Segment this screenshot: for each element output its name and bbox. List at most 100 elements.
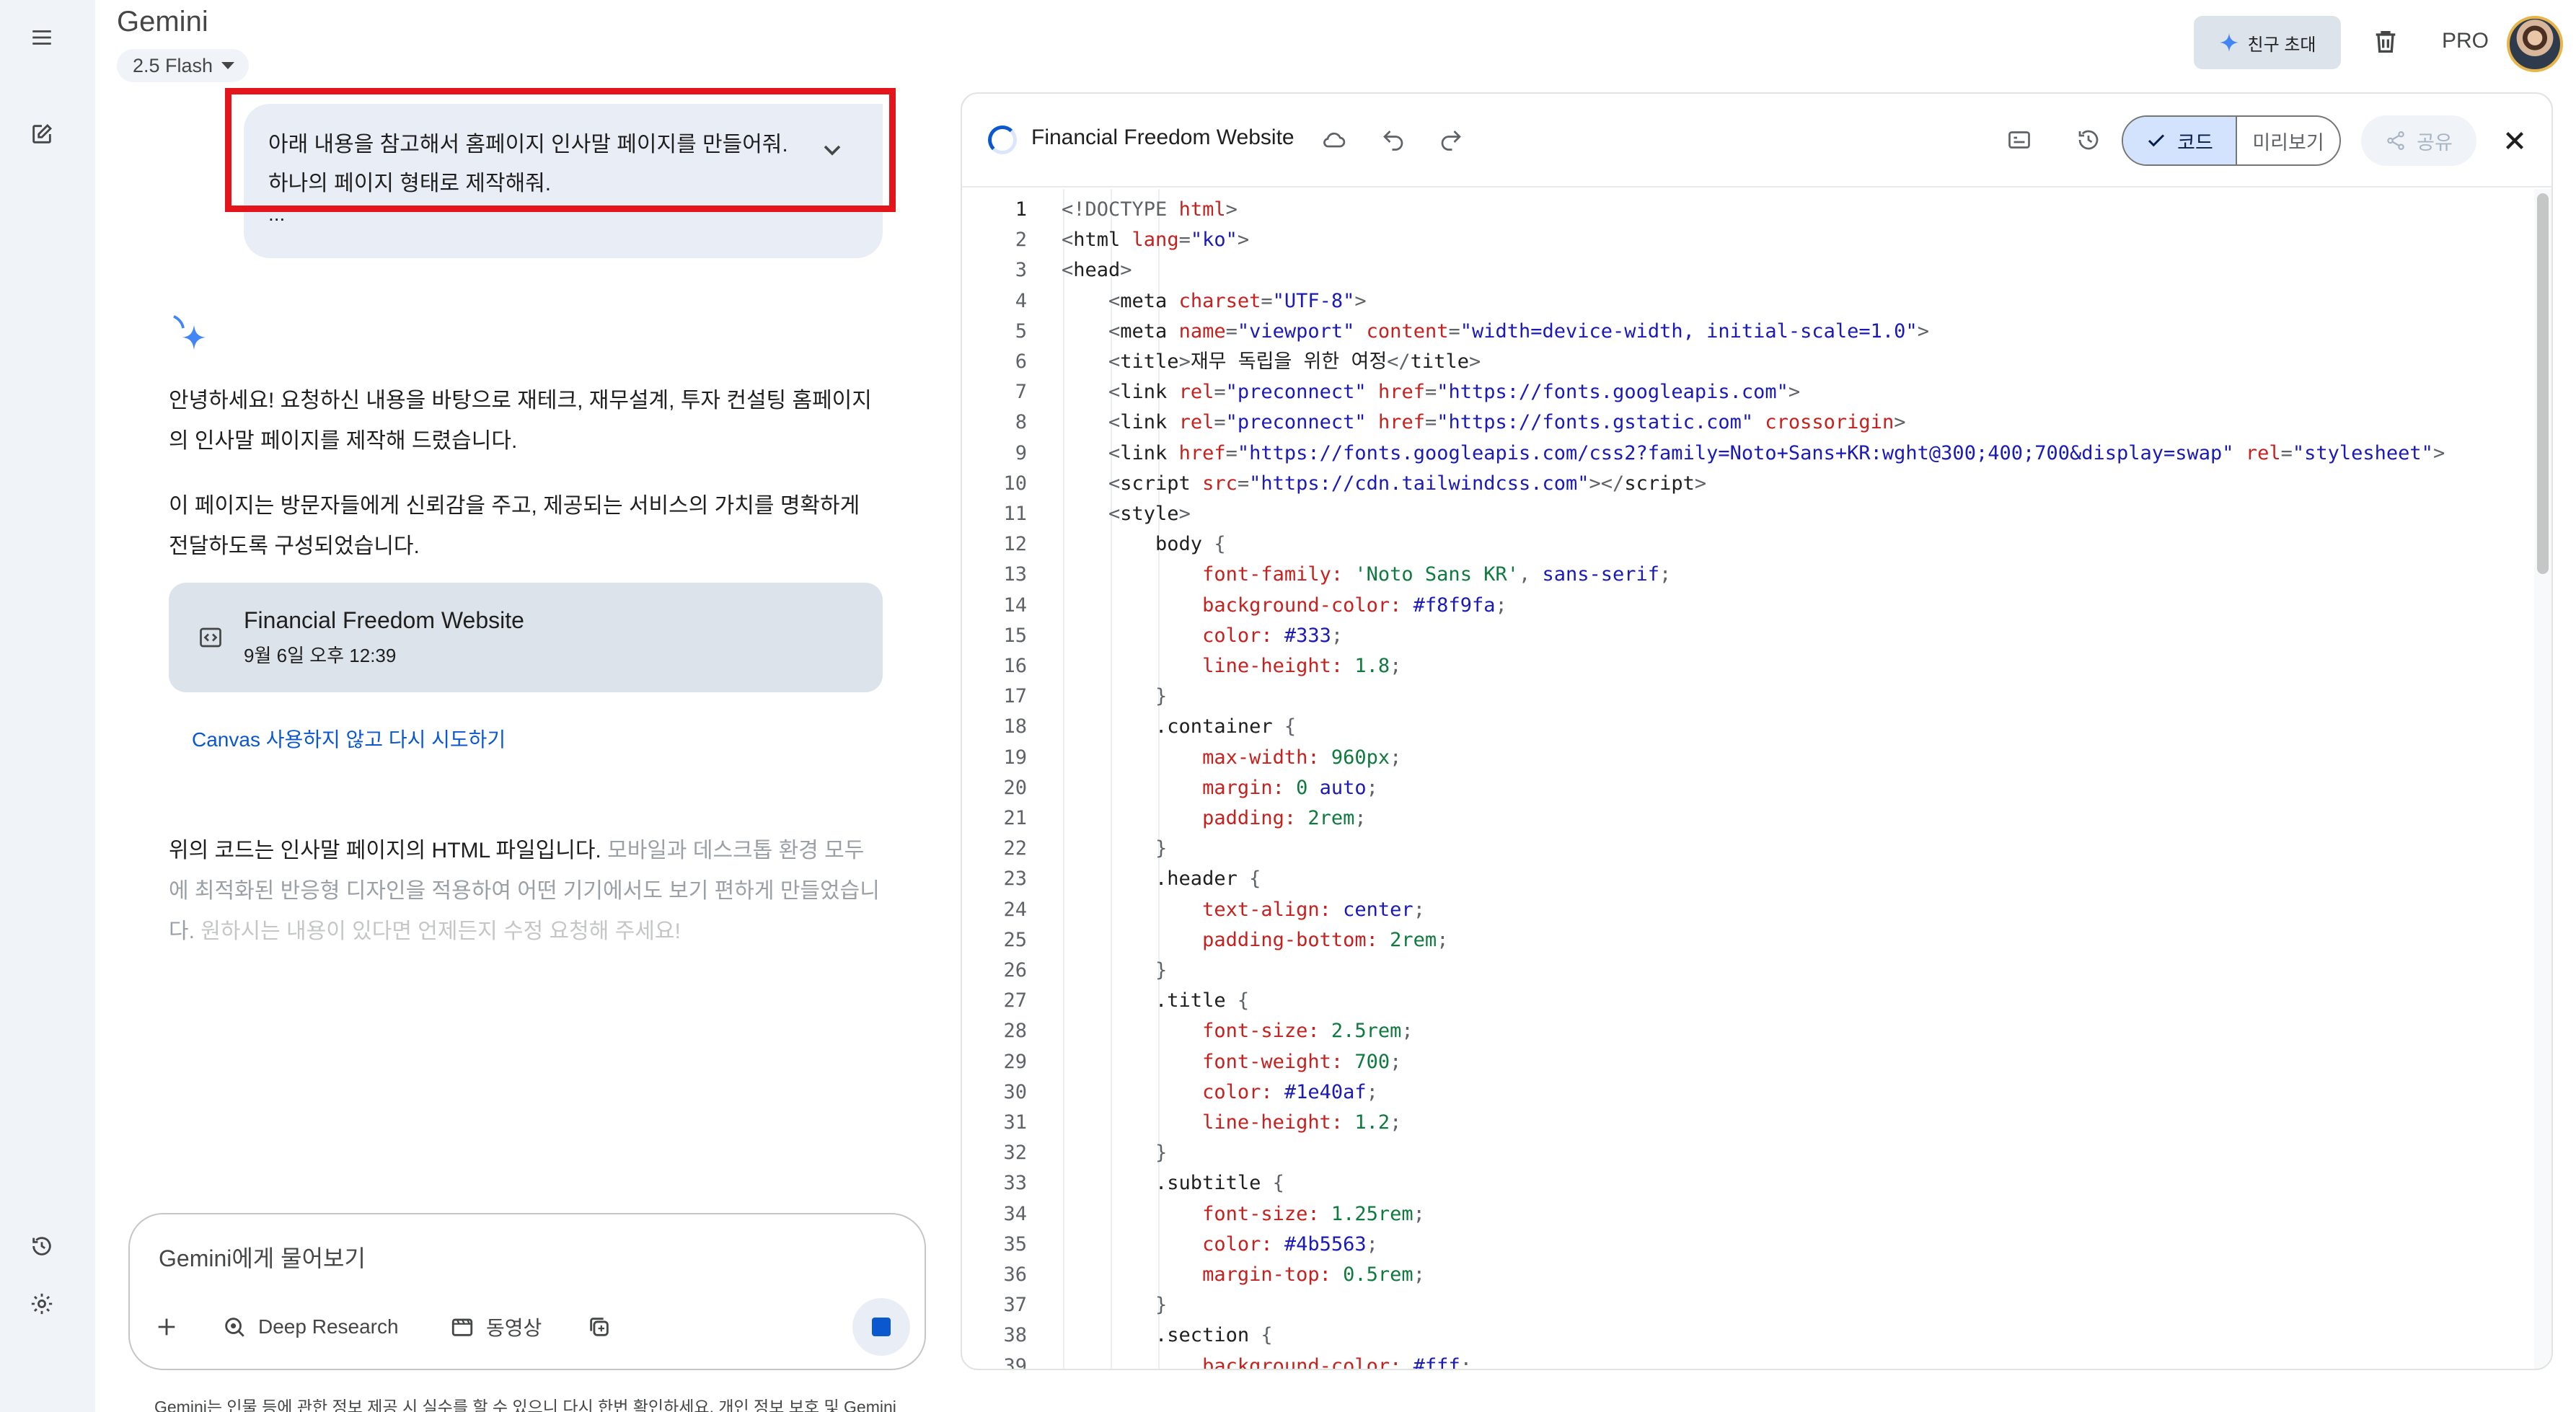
code-token: body — [1062, 533, 1214, 556]
code-token: "preconnect" — [1225, 381, 1378, 404]
code-token: > — [2432, 441, 2445, 464]
line-number: 30 — [1003, 1080, 1027, 1103]
line-number: 18 — [1003, 715, 1027, 738]
tab-code[interactable]: 코드 — [2123, 117, 2237, 164]
new-chat-button[interactable] — [22, 114, 62, 154]
code-text: background-color: #f8f9fa; — [1062, 591, 1507, 621]
code-token: { — [1237, 989, 1250, 1012]
code-token: rel — [1178, 381, 1214, 404]
code-token: .section — [1062, 1324, 1261, 1347]
code-token: title — [1120, 350, 1179, 373]
code-text: font-size: 2.5rem; — [1062, 1016, 1413, 1046]
code-token: #1e40af — [1284, 1080, 1367, 1103]
code-token: color: — [1062, 1080, 1284, 1103]
code-line: 10 <script src="https://cdn.tailwindcss.… — [962, 469, 2534, 499]
code-token: #4b5563 — [1284, 1232, 1367, 1256]
code-line: 12 body { — [962, 529, 2534, 560]
code-token: } — [1062, 959, 1168, 981]
line-number: 21 — [1003, 807, 1027, 829]
line-number: 36 — [1003, 1263, 1027, 1286]
code-line: 7 <link rel="preconnect" href="https://f… — [962, 377, 2534, 407]
line-number: 6 — [1015, 350, 1027, 373]
settings-button[interactable] — [22, 1284, 62, 1324]
canvas-document-card[interactable]: Financial Freedom Website 9월 6일 오후 12:39 — [169, 583, 883, 692]
invite-friend-button[interactable]: 친구 초대 — [2194, 16, 2341, 69]
code-line: 39 background-color: #fff; — [962, 1351, 2534, 1370]
code-line: 17 } — [962, 681, 2534, 712]
line-number: 25 — [1003, 928, 1027, 951]
line-number: 35 — [1003, 1232, 1027, 1256]
video-button[interactable]: 동영상 — [450, 1307, 542, 1347]
code-scrollbar-thumb[interactable] — [2537, 193, 2549, 574]
code-text: color: #1e40af; — [1062, 1077, 1378, 1108]
deep-research-button[interactable]: Deep Research — [222, 1307, 399, 1347]
response-line: 에 최적화된 반응형 디자인을 적용하여 어떤 기기에서도 보기 편하게 만들었… — [169, 879, 880, 903]
code-line: 19 max-width: 960px; — [962, 743, 2534, 773]
prompt-input[interactable]: Gemini에게 물어보기 — [159, 1240, 366, 1274]
code-line: 38 .section { — [962, 1320, 2534, 1351]
version-history-icon — [2078, 130, 2099, 150]
code-token: < — [1062, 503, 1121, 525]
code-doc-icon — [200, 627, 221, 648]
code-text: } — [1062, 834, 1167, 864]
code-line: 18 .container { — [962, 712, 2534, 742]
code-token: { — [1284, 715, 1297, 738]
code-line: 4 <meta charset="UTF-8"> — [962, 286, 2534, 317]
console-button[interactable] — [2003, 124, 2035, 156]
undo-button[interactable] — [1377, 124, 1409, 156]
code-token: } — [1062, 1142, 1168, 1165]
code-token: text-align: — [1062, 898, 1344, 921]
code-text: .title { — [1062, 986, 1249, 1016]
code-token: .subtitle — [1062, 1172, 1273, 1195]
model-selector[interactable]: 2.5 Flash — [117, 49, 250, 82]
code-token: sans-serif — [1542, 563, 1660, 586]
code-token: ></ — [1589, 472, 1625, 495]
code-text: } — [1062, 956, 1167, 986]
code-line: 1 <!DOCTYPE html> — [962, 195, 2534, 225]
code-token: = — [1178, 229, 1191, 252]
close-icon[interactable] — [2500, 125, 2530, 156]
code-token: < — [1062, 229, 1074, 252]
tab-preview[interactable]: 미리보기 — [2237, 117, 2339, 164]
share-icon — [2387, 131, 2404, 150]
code-token: ; — [1413, 898, 1425, 921]
avatar[interactable] — [2507, 16, 2563, 72]
code-token: href — [1377, 381, 1425, 404]
code-token: link — [1120, 441, 1179, 464]
add-files-button[interactable] — [154, 1307, 179, 1347]
code-token: "viewport" — [1237, 319, 1367, 343]
save-to-drive-button[interactable] — [1318, 124, 1350, 156]
redo-button[interactable] — [1435, 124, 1467, 156]
code-text: text-align: center; — [1062, 895, 1425, 925]
code-token: color: — [1062, 624, 1284, 647]
menu-button[interactable] — [22, 17, 62, 58]
code-line: 16 line-height: 1.8; — [962, 651, 2534, 681]
prompt-input-box[interactable]: Gemini에게 물어보기 Deep Research 동영상 — [128, 1213, 926, 1370]
code-line: 36 margin-top: 0.5rem; — [962, 1260, 2534, 1290]
code-token: > — [1120, 259, 1132, 282]
code-line: 31 line-height: 1.2; — [962, 1108, 2534, 1138]
share-button[interactable]: 공유 — [2361, 115, 2476, 166]
code-line: 23 .header { — [962, 864, 2534, 894]
terminal-icon — [2008, 131, 2030, 149]
code-token: > — [1694, 472, 1707, 495]
line-number: 27 — [1003, 989, 1027, 1012]
canvas-title: Financial Freedom Website — [1031, 125, 1294, 149]
version-history-button[interactable] — [2073, 124, 2104, 156]
line-number: 1 — [1015, 198, 1027, 221]
line-number: 33 — [1003, 1172, 1027, 1195]
code-text: max-width: 960px; — [1062, 743, 1401, 773]
code-token: background-color: — [1062, 1354, 1413, 1370]
activity-history-button[interactable] — [22, 1226, 62, 1266]
line-number: 17 — [1003, 685, 1027, 708]
code-token: 1.25rem — [1331, 1202, 1413, 1225]
code-token: ; — [1390, 1111, 1402, 1134]
code-editor[interactable]: 1 <!DOCTYPE html> 2 <html lang="ko"> 3 <head>… — [962, 189, 2551, 1370]
code-token: margin: — [1062, 776, 1297, 799]
code-token: 2.5rem — [1331, 1020, 1402, 1043]
delete-button[interactable] — [2364, 20, 2407, 63]
line-number: 38 — [1003, 1324, 1027, 1347]
retry-without-canvas-link[interactable]: Canvas 사용하지 않고 다시 시도하기 — [192, 724, 506, 753]
stop-generating-button[interactable] — [852, 1298, 910, 1356]
canvas-tool-button[interactable] — [587, 1307, 612, 1347]
